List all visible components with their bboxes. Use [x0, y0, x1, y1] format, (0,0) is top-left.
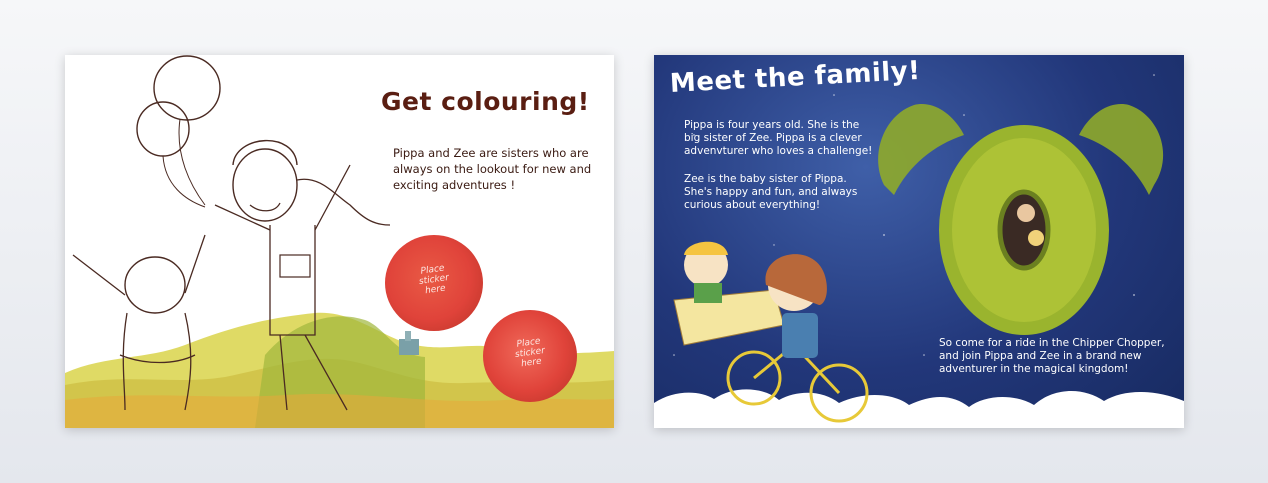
left-book-page: Get colouring! Pippa and Zee are sisters… [65, 55, 614, 428]
sticker-placeholder-1[interactable]: Place sticker here [385, 235, 483, 331]
zee-description: Zee is the baby sister of Pippa. She's h… [684, 173, 858, 211]
right-book-page: Meet the family! Pippa is four years old… [654, 55, 1184, 428]
page-title: Get colouring! [381, 87, 590, 116]
sticker-placeholder-2[interactable]: Place sticker here [483, 310, 577, 402]
intro-text: Pippa and Zee are sisters who are always… [393, 146, 592, 192]
pippa-description: Pippa is four years old. She is the big … [684, 119, 873, 157]
closing-text: So come for a ride in the Chipper Choppe… [939, 337, 1165, 375]
